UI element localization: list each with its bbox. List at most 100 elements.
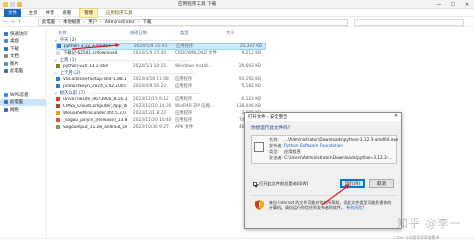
sidebar-item-label: 此电脑 bbox=[10, 100, 24, 106]
table-row[interactable]: DriveTheLife_d67390a_8.16.31.86 2023/12/… bbox=[56, 96, 266, 103]
table-row[interactable]: python-3.12.3-amd64 2024/5/9 15:43 应用程序 … bbox=[56, 43, 266, 50]
sidebar-item-documents[interactable]: 文档 bbox=[0, 53, 46, 61]
column-header-name[interactable]: 名称 bbox=[52, 30, 124, 36]
checkbox-checked-icon[interactable] bbox=[253, 182, 257, 186]
column-header-date[interactable]: 修改日期 bbox=[124, 30, 174, 36]
breadcrumb-item[interactable]: 用户 bbox=[88, 19, 97, 25]
risk-link[interactable]: 有何风险? bbox=[346, 205, 364, 210]
address-bar-row: ← → ↑ 此电脑 › 本地磁盘 › 用户 › Administrator › … bbox=[0, 18, 474, 27]
tab-home[interactable]: 主页 bbox=[29, 10, 38, 16]
file-date: 2024/5/9 15:43 bbox=[134, 43, 168, 49]
sidebar-item-label: 快速访问 bbox=[10, 31, 28, 37]
sidebar-item-desktop[interactable]: 桌面 bbox=[0, 38, 46, 46]
file-name: 下载记-62501.crdownload bbox=[63, 51, 118, 57]
file-type: 应用程序 bbox=[175, 84, 193, 90]
file-name: productkeyn_2024_v.42.1001 bbox=[63, 83, 127, 89]
file-date: 2023/12/1 8:22 bbox=[133, 110, 167, 116]
file-date: 2024/4/8 16:22 bbox=[133, 83, 167, 89]
file-name: _sogou_pinyin_[Release]_13.8.0.8... bbox=[63, 117, 127, 123]
minimize-button[interactable]: — bbox=[432, 0, 446, 9]
shield-warning-icon bbox=[255, 200, 264, 210]
sidebar-item-downloads[interactable]: 下载 bbox=[0, 45, 46, 53]
close-button[interactable]: ✕ bbox=[460, 0, 474, 9]
folder-icon[interactable] bbox=[3, 1, 8, 7]
forward-arrow-icon[interactable]: → bbox=[10, 19, 14, 25]
application-icon bbox=[254, 142, 264, 152]
table-row[interactable]: 下载记-62501.crdownload 2024/5/9 15:40 CRDO… bbox=[56, 50, 266, 57]
chevron-down-icon: ⌄ bbox=[54, 70, 58, 76]
up-arrow-icon[interactable]: ↑ bbox=[17, 19, 21, 25]
sidebar-item-this-pc-selected[interactable]: 此电脑 bbox=[0, 98, 46, 106]
tab-file[interactable]: 文件 bbox=[4, 8, 21, 17]
file-type: 应用程序 bbox=[175, 118, 193, 124]
table-row[interactable]: python-v20.13.1-x64 2024/5/3 10:15 Windo… bbox=[56, 63, 266, 70]
sidebar-item-label: WPS云盘 bbox=[10, 92, 29, 98]
breadcrumb-item[interactable]: Administrator bbox=[105, 20, 135, 25]
maximize-button[interactable]: ☐ bbox=[446, 0, 460, 9]
chevron-down-icon: ⌄ bbox=[54, 37, 58, 43]
table-row[interactable]: _sogou_pinyin_[Release]_13.8.0.8... 2023… bbox=[56, 117, 266, 124]
window-title: 应用程序工具 下载 bbox=[178, 2, 217, 7]
file-date: 2023/12/10 14:35 bbox=[133, 103, 172, 109]
file-size: 93,192 KB bbox=[238, 76, 261, 82]
warning-section: 来自 Internet 的文件可能对你有所帮助，但此文件类型可能危害你的计算机。… bbox=[251, 195, 397, 223]
table-row[interactable]: SogouInput_11.28_android_sweb.apk 2023/1… bbox=[56, 124, 266, 131]
cancel-button[interactable]: 取消 bbox=[369, 179, 394, 188]
tab-app-tools-manage[interactable]: 管理 bbox=[79, 7, 98, 18]
sidebar-item-wps-cloud[interactable]: WPS云盘 bbox=[0, 91, 46, 99]
sidebar-item-label: 图片 bbox=[10, 61, 19, 67]
sidebar-item-quick-access[interactable]: 快速访问 bbox=[0, 30, 46, 38]
properties-icon[interactable] bbox=[10, 1, 15, 7]
tab-view[interactable]: 查看 bbox=[62, 10, 71, 16]
file-type: 应用程序 bbox=[176, 44, 194, 50]
desktop-icon bbox=[4, 39, 8, 44]
breadcrumb-item[interactable]: 此电脑 bbox=[42, 19, 55, 25]
table-row[interactable]: WeGameMiniLoader.std.5.3.0.3... 2023/12/… bbox=[56, 110, 266, 117]
detail-from: 发送者: C:\Users\Administrator\Downloads\py… bbox=[269, 155, 393, 160]
close-icon[interactable]: ✕ bbox=[394, 113, 398, 119]
file-name: python-3.12.3-amd64 bbox=[64, 43, 111, 49]
chevron-down-icon: ⌄ bbox=[54, 57, 58, 63]
file-name: python-v20.13.1-x64 bbox=[63, 63, 108, 69]
back-arrow-icon[interactable]: ← bbox=[3, 19, 7, 25]
picture-icon bbox=[4, 61, 8, 66]
sidebar-item-network[interactable]: 网络 bbox=[0, 106, 46, 114]
table-row[interactable]: VSCodeUserSetup-x64-1.88.1 2024/4/18 11:… bbox=[56, 76, 266, 83]
table-row[interactable]: CMSS_CloudComputer_App_Win... 2023/12/10… bbox=[56, 103, 266, 110]
file-name: SogouInput_11.28_android_sweb.apk bbox=[63, 124, 127, 130]
file-size: 6,122 KB bbox=[241, 96, 261, 102]
warning-text: 来自 Internet 的文件可能对你有所帮助，但此文件类型可能危害你的计算机。… bbox=[269, 200, 392, 211]
sidebar-item-this-pc[interactable]: 此电脑 bbox=[0, 68, 46, 76]
file-size: 9,212 KB bbox=[241, 50, 261, 56]
always-ask-checkbox[interactable]: 打开此文件前总是询问(W) bbox=[253, 181, 308, 187]
column-header-type[interactable]: 类型 bbox=[174, 30, 220, 36]
dialog-question: 你想运行此文件吗? bbox=[251, 126, 291, 131]
computer-icon bbox=[4, 69, 8, 74]
file-date: 2024/5/3 10:15 bbox=[133, 63, 167, 69]
tab-share[interactable]: 共享 bbox=[46, 10, 55, 16]
new-folder-icon[interactable] bbox=[17, 1, 22, 7]
file-type: 应用程序 bbox=[175, 111, 193, 117]
app-icon bbox=[56, 118, 60, 123]
file-name: WeGameMiniLoader.std.5.3.0.3... bbox=[63, 110, 127, 116]
credit-text: CSDN @风甜寄家寄着桑诗 bbox=[393, 235, 440, 240]
computer-icon bbox=[4, 100, 8, 105]
breadcrumb[interactable]: 此电脑 › 本地磁盘 › 用户 › Administrator › 下载 bbox=[38, 18, 348, 26]
sidebar-item-pictures[interactable]: 图片 bbox=[0, 60, 46, 68]
table-row[interactable]: productkeyn_2024_v.42.1001 2024/4/8 16:2… bbox=[56, 83, 266, 90]
breadcrumb-item[interactable]: 下载 bbox=[143, 19, 152, 25]
download-icon bbox=[4, 46, 8, 51]
run-button[interactable]: 运行(R) bbox=[340, 179, 365, 188]
column-header-size[interactable]: 大小 bbox=[220, 30, 260, 36]
search-input[interactable] bbox=[354, 18, 464, 26]
checkbox-label: 打开此文件前总是询问(W) bbox=[259, 181, 309, 186]
file-icon bbox=[56, 51, 60, 56]
archive-icon bbox=[56, 104, 60, 109]
breadcrumb-item[interactable]: 本地磁盘 bbox=[63, 19, 81, 25]
dialog-title: 打开文件 - 安全警告 bbox=[245, 113, 401, 121]
sidebar-item-label: 桌面 bbox=[10, 39, 19, 45]
chevron-right-icon: › bbox=[137, 19, 140, 25]
navigation-pane: 快速访问 桌面 下载 文档 图片 此电脑 WPS云盘 此电脑 网络 bbox=[0, 28, 47, 238]
tab-app-tools: 应用程序工具 bbox=[105, 10, 133, 16]
sidebar-item-label: 网络 bbox=[10, 107, 19, 113]
